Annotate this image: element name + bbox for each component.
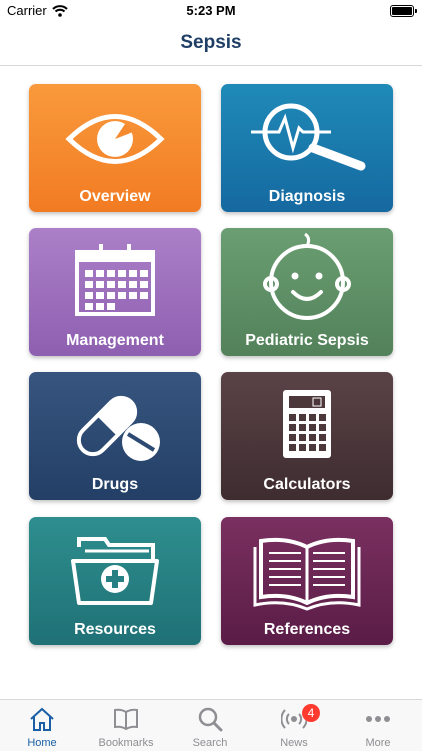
tab-news[interactable]: 4 News <box>252 700 336 751</box>
diagnosis-label: Diagnosis <box>268 188 346 205</box>
tab-more[interactable]: More <box>336 700 420 751</box>
tab-more-label: More <box>365 737 391 749</box>
tab-search-label: Search <box>192 737 228 749</box>
overview-tile[interactable]: Overview <box>29 84 201 212</box>
calculators-tile[interactable]: Calculators <box>221 372 393 500</box>
pediatric-sepsis-label: Pediatric Sepsis <box>245 332 369 349</box>
resources-label: Resources <box>74 621 156 638</box>
overview-label: Overview <box>79 188 151 205</box>
tab-home-label: Home <box>27 737 57 749</box>
tab-bookmarks-label: Bookmarks <box>98 737 154 749</box>
status-time: 5:23 PM <box>186 3 236 18</box>
management-label: Management <box>66 332 164 349</box>
news-badge: 4 <box>302 704 320 722</box>
references-tile[interactable]: References <box>221 517 393 645</box>
tab-bar: Home Bookmarks Search 4 News More <box>0 699 422 751</box>
ellipsis-icon <box>366 716 390 722</box>
tab-home[interactable]: Home <box>0 700 84 751</box>
resources-tile[interactable]: Resources <box>29 517 201 645</box>
calculators-label: Calculators <box>263 476 351 493</box>
management-tile[interactable]: Management <box>29 228 201 356</box>
diagnosis-tile[interactable]: Diagnosis <box>221 84 393 212</box>
home-icon <box>30 707 54 731</box>
pediatric-sepsis-tile[interactable]: Pediatric Sepsis <box>221 228 393 356</box>
search-icon <box>198 707 223 732</box>
status-bar: Carrier 5:23 PM <box>0 0 422 22</box>
tab-news-label: News <box>280 737 308 749</box>
page-title: Sepsis <box>180 32 242 53</box>
tab-bookmarks[interactable]: Bookmarks <box>84 700 168 751</box>
drugs-tile[interactable]: Drugs <box>29 372 201 500</box>
book-icon <box>114 708 138 731</box>
tab-search[interactable]: Search <box>168 700 252 751</box>
battery-icon <box>390 5 417 17</box>
navigation-bar: Sepsis <box>0 22 422 66</box>
drugs-label: Drugs <box>91 476 139 493</box>
references-label: References <box>263 621 351 638</box>
